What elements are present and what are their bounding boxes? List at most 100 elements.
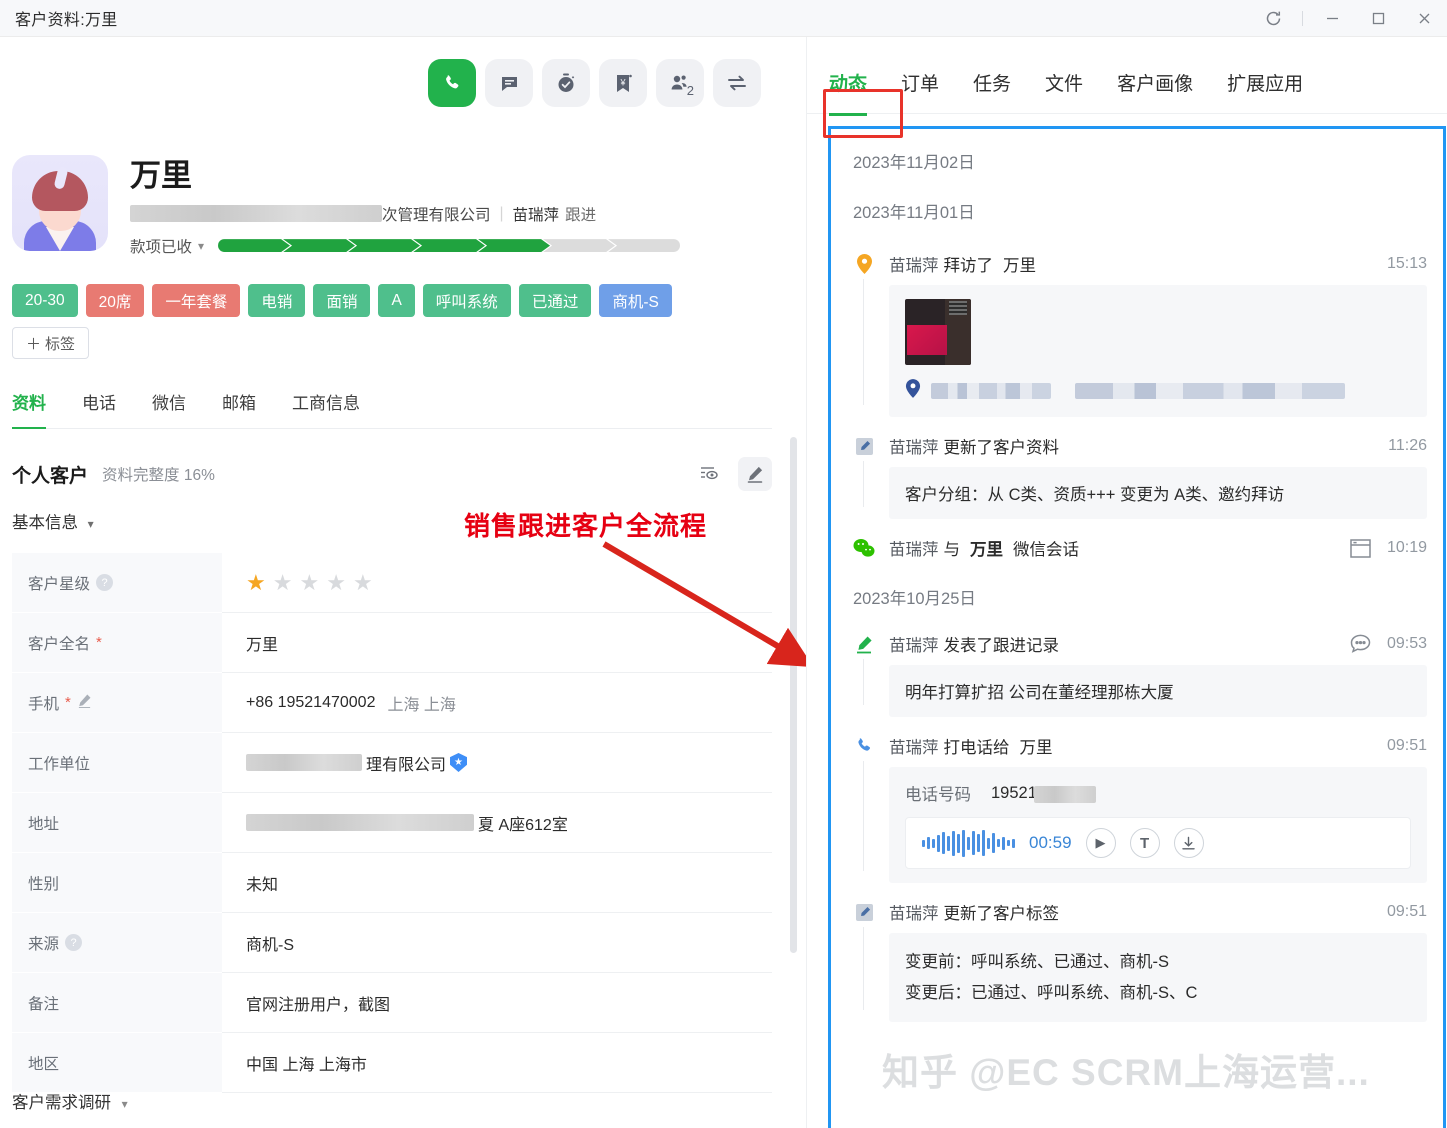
phone-region: 上海 上海 [387, 696, 456, 714]
close-icon[interactable] [1401, 0, 1447, 37]
tag-item[interactable]: 电销 [248, 284, 306, 317]
tab-renwu[interactable]: 任务 [973, 69, 1011, 96]
avatar [12, 155, 108, 251]
action-verb: 更新了客户资料 [943, 439, 1060, 457]
phone-icon[interactable] [428, 59, 476, 107]
field-visibility-icon[interactable] [692, 457, 726, 491]
tab-kehuhuaxiang[interactable]: 客户画像 [1117, 69, 1193, 96]
masked-phone-overlay [1033, 785, 1096, 803]
add-tag-label: 标签 [45, 335, 76, 353]
tag-item[interactable]: 已通过 [518, 284, 592, 317]
completeness-meta: 资料完整度 16% [102, 467, 215, 484]
action-verb: 打电话给 [943, 739, 1010, 757]
tab-dingdan[interactable]: 订单 [901, 69, 939, 96]
action-verb: 与 [943, 541, 961, 559]
timeline-item-call: 苗瑞萍 打电话给 万里 09:51 电话号码 19521470002 [853, 735, 1427, 883]
edit-doc-icon [853, 435, 875, 457]
tab-youxiang[interactable]: 邮箱 [222, 389, 256, 428]
help-icon[interactable]: ? [65, 934, 83, 951]
download-icon[interactable] [1173, 828, 1204, 858]
timeline-item-profile-update: 苗瑞萍 更新了客户资料 11:26 客户分组：从 C类、资质+++ 变更为 A类… [853, 435, 1427, 519]
field-label: 手机 [28, 695, 60, 713]
play-icon[interactable]: ▶ [1085, 828, 1116, 858]
refresh-icon[interactable] [1250, 0, 1296, 37]
annotation-text: 销售跟进客户全流程 [464, 511, 708, 541]
divider [1302, 11, 1303, 26]
transcript-icon[interactable]: T [1129, 828, 1160, 858]
visit-photo[interactable] [905, 299, 971, 365]
deal-stage-row[interactable]: 款项已收 ▾ [130, 235, 681, 257]
timeline-item-visit: 苗瑞萍 拜访了 万里 15:13 [853, 253, 1427, 417]
field-value[interactable]: 商机-S [222, 913, 772, 973]
call-duration: 00:59 [1029, 833, 1072, 852]
maximize-icon[interactable] [1355, 0, 1401, 37]
phone-label: 电话号码 [905, 786, 971, 804]
field-row-address: 地址 夏 A座612室 [12, 793, 772, 853]
edit-profile-button[interactable] [738, 457, 772, 491]
timer-icon[interactable] [542, 59, 590, 107]
timestamp: 15:13 [1386, 255, 1427, 272]
message-icon[interactable] [485, 59, 533, 107]
tab-kuozhanyingyong[interactable]: 扩展应用 [1227, 69, 1303, 96]
order-icon[interactable]: ¥ [599, 59, 647, 107]
transfer-icon[interactable] [713, 59, 761, 107]
phone-call-icon [853, 735, 875, 757]
field-row-company: 工作单位 理有限公司 [12, 733, 772, 793]
customer-name: 万里 [130, 158, 192, 193]
field-row-fullname: 客户全名 * 万里 [12, 613, 772, 673]
tab-wenjian[interactable]: 文件 [1045, 69, 1083, 96]
demand-survey-toggle[interactable]: 客户需求调研 ▾ [12, 1089, 128, 1113]
chevron-down-icon: ▾ [87, 517, 94, 531]
timeline-item-wechat: 苗瑞萍 与 万里 微信会话 10:19 [853, 537, 1427, 559]
company-suffix: 次管理有限公司 [382, 206, 491, 224]
actor-name: 苗瑞萍 [889, 637, 939, 655]
comment-icon[interactable] [1350, 634, 1371, 654]
field-value[interactable]: +86 19521470002 [246, 694, 375, 712]
tag-item[interactable]: 20席 [85, 284, 145, 317]
pencil-icon [853, 633, 875, 655]
field-value[interactable]: 夏 A座612室 [478, 811, 568, 835]
star-rating[interactable]: ★ ★ ★ ★ ★ [246, 570, 373, 596]
timestamp: 09:53 [1386, 635, 1427, 652]
tag-item[interactable]: 一年套餐 [152, 284, 241, 317]
tag-item[interactable]: 呼叫系统 [422, 284, 511, 317]
timeline-date: 2023年11月01日 [853, 204, 975, 222]
field-value[interactable]: 未知 [222, 853, 772, 913]
window-icon[interactable] [1350, 538, 1371, 558]
field-value[interactable]: 官网注册用户，截图 [222, 973, 772, 1033]
field-value[interactable]: 理有限公司 [366, 751, 446, 775]
waveform-icon [922, 829, 1015, 857]
contacts-icon[interactable]: 2 [656, 59, 704, 107]
actor-name: 苗瑞萍 [889, 439, 939, 457]
field-value[interactable]: 万里 [222, 613, 772, 673]
add-tag-button[interactable]: ＋ 标签 [12, 327, 90, 359]
update-detail: 客户分组：从 C类、资质+++ 变更为 A类、邀约拜访 [889, 467, 1427, 519]
tag-diff-before: 变更前：呼叫系统、已通过、商机-S [905, 953, 1169, 971]
masked-address-text [246, 814, 474, 831]
visit-body [889, 285, 1427, 417]
action-verb: 更新了客户标签 [943, 905, 1060, 923]
activity-pane: 动态 订单 任务 文件 客户画像 扩展应用 2023年11月02日 2023年1… [806, 37, 1447, 1128]
minimize-icon[interactable] [1309, 0, 1355, 37]
tag-item[interactable]: 面销 [313, 284, 371, 317]
basic-info-toggle[interactable]: 基本信息 ▾ [12, 509, 94, 533]
edit-pencil-icon[interactable] [77, 693, 92, 713]
tag-item[interactable]: 商机-S [599, 284, 672, 317]
tag-item[interactable]: A [378, 284, 415, 317]
tag-item[interactable]: 20-30 [12, 284, 78, 317]
tab-gongshang[interactable]: 工商信息 [292, 389, 360, 428]
actor-name: 苗瑞萍 [889, 905, 939, 923]
tab-ziliao[interactable]: 资料 [12, 389, 46, 429]
chevron-down-icon[interactable]: ▾ [198, 239, 204, 253]
left-scrollbar[interactable] [790, 437, 797, 953]
customer-detail-pane: ¥ 2 万里 次管理有限公司 | 苗瑞萍 跟进 款项已收 ▾ 20-30 20席… [0, 37, 806, 1128]
tab-weixin[interactable]: 微信 [152, 389, 186, 428]
field-value[interactable]: 中国 上海 上海市 [222, 1033, 772, 1093]
demand-survey-label: 客户需求调研 [12, 1094, 111, 1112]
actor-name: 苗瑞萍 [889, 739, 939, 757]
help-icon[interactable]: ? [96, 574, 114, 591]
tab-dongtai[interactable]: 动态 [829, 69, 868, 116]
masked-company-text [130, 205, 382, 223]
owner-action: 跟进 [565, 206, 597, 224]
tab-dianhua[interactable]: 电话 [82, 389, 116, 428]
